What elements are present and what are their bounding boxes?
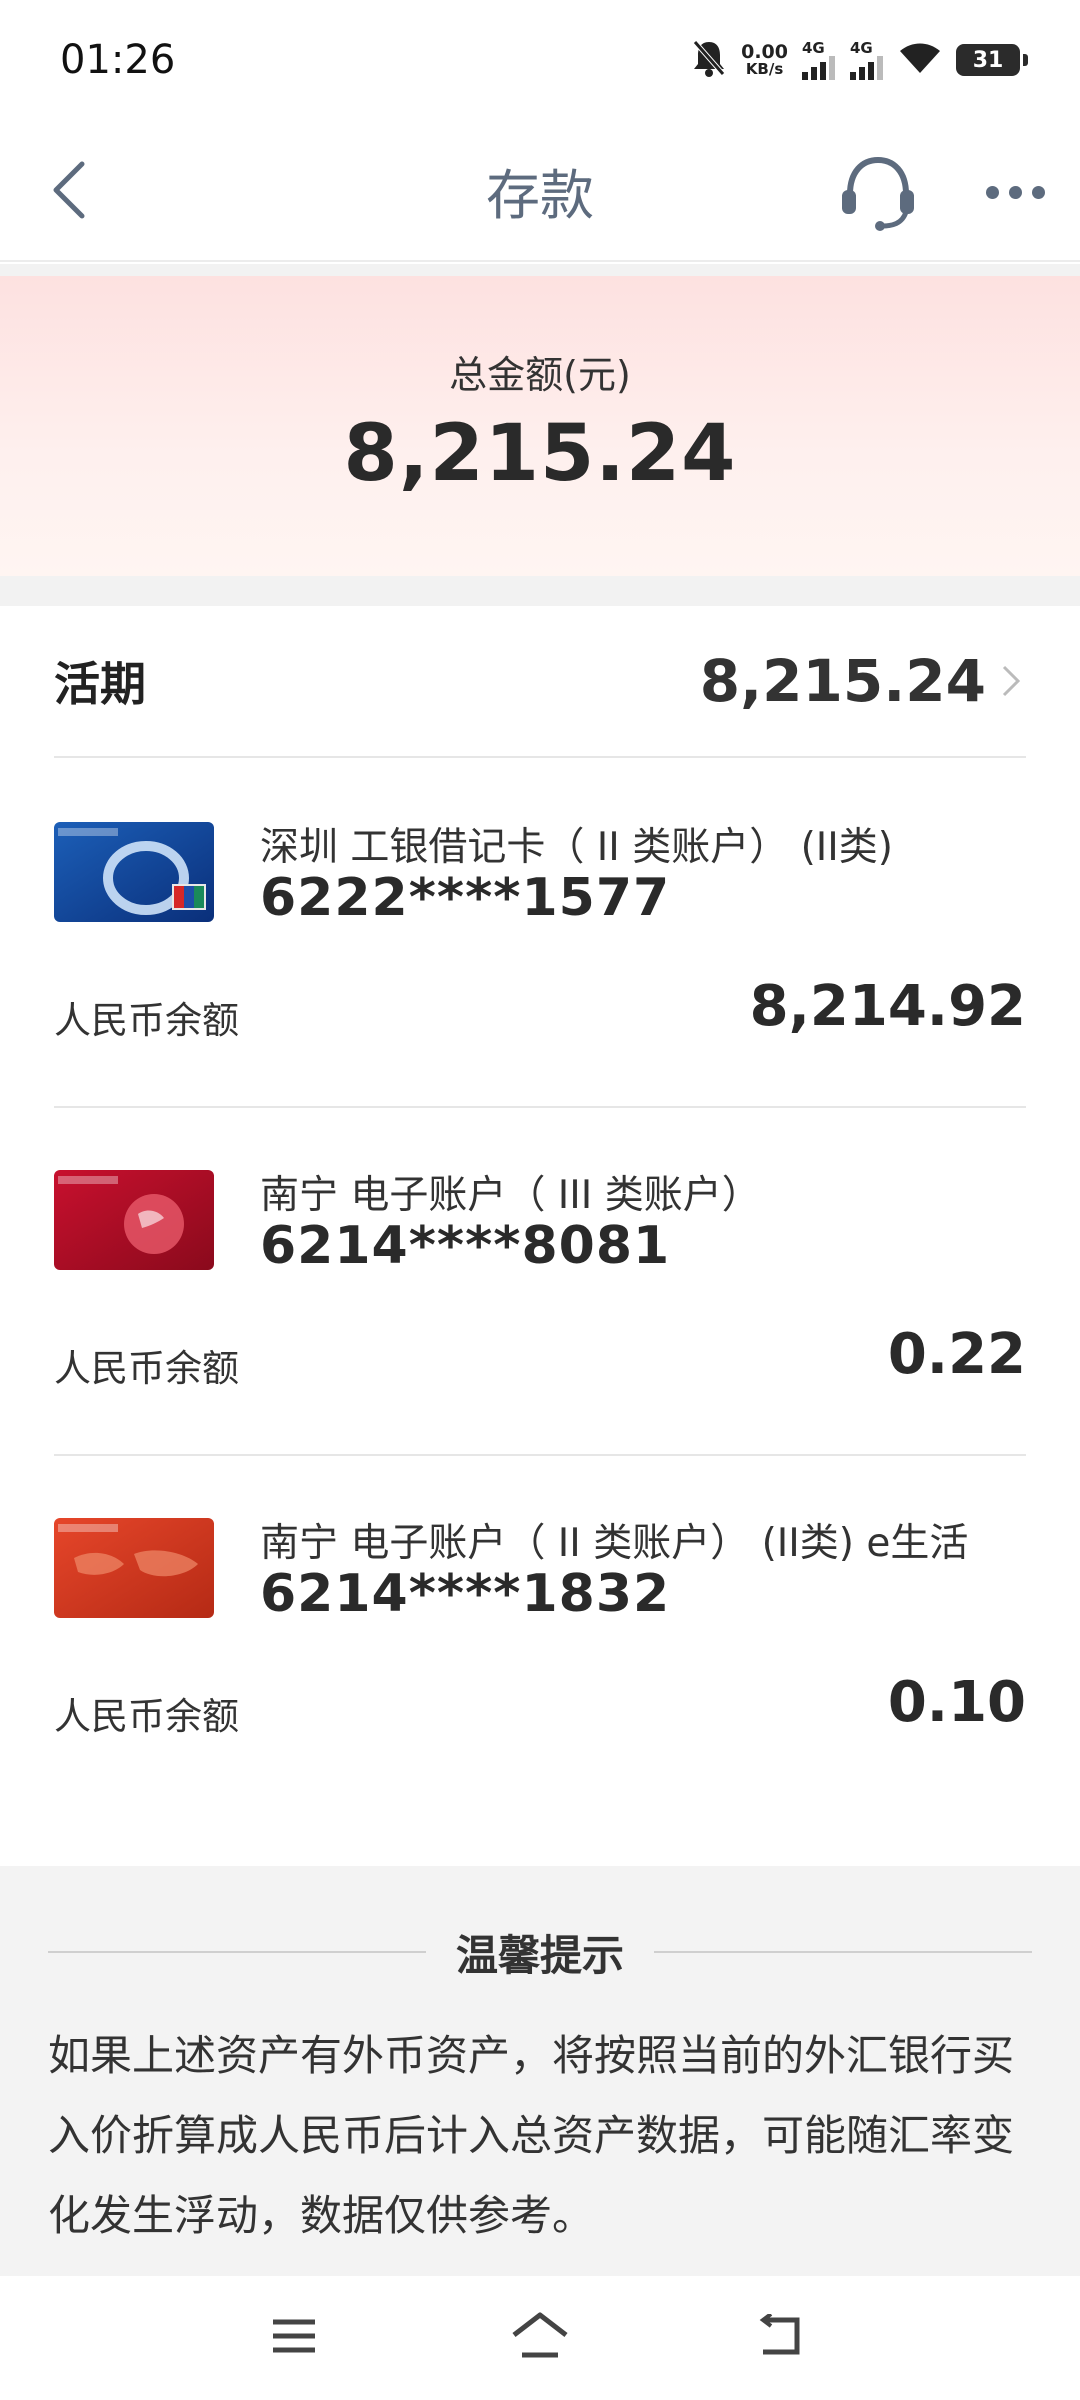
total-label: 总金额(元): [449, 353, 631, 397]
back-arrow-icon: [53, 161, 85, 219]
nav-bar: 存款: [0, 120, 1080, 262]
mute-bell-icon: [691, 38, 727, 82]
battery-icon: 31: [956, 44, 1028, 76]
menu-icon: [273, 2319, 315, 2353]
divider: [48, 1951, 426, 1953]
tips-title-row: 温馨提示: [48, 1922, 1033, 1982]
account-number: 6222****1577: [260, 868, 671, 928]
system-nav-bar: [0, 2276, 1080, 2400]
icbc-orange-card-icon: [54, 1518, 214, 1618]
back-button[interactable]: [40, 150, 100, 230]
net-speed-unit: KB/s: [745, 60, 784, 78]
balance-amount: 0.22: [887, 1322, 1026, 1387]
current-deposit-label: 活期: [54, 657, 146, 711]
account-item[interactable]: 深圳 工银借记卡（ II 类账户） (II类) 6222****1577 人民币…: [54, 760, 1026, 1108]
icbc-red-card-icon: [54, 1170, 214, 1270]
account-name: 南宁 电子账户（ III 类账户）: [260, 1173, 761, 1218]
signal-icon: [802, 55, 835, 80]
balance-label: 人民币余额: [54, 1347, 239, 1390]
status-bar: 01:26 0.00 KB/s 4G 4G 31: [0, 0, 1080, 120]
signal-2-label: 4G: [850, 38, 873, 57]
system-back-button[interactable]: [742, 2306, 822, 2366]
signal-1-label: 4G: [802, 38, 825, 57]
status-icons: 0.00 KB/s 4G 4G 31: [691, 38, 1028, 82]
account-item[interactable]: 南宁 电子账户（ III 类账户） 6214****8081 人民币余额 0.2…: [54, 1108, 1026, 1456]
more-button[interactable]: [975, 150, 1055, 234]
back-icon: [759, 2314, 800, 2355]
current-deposit-row[interactable]: 活期 8,215.24: [54, 606, 1026, 758]
icbc-e-card-icon: [54, 822, 214, 922]
total-amount: 8,215.24: [343, 409, 737, 499]
current-deposit-amount: 8,215.24: [699, 647, 986, 715]
wifi-icon: [898, 41, 942, 79]
customer-service-button[interactable]: [836, 150, 920, 234]
account-name: 南宁 电子账户（ II 类账户） (II类) e生活: [260, 1521, 969, 1566]
home-button[interactable]: [500, 2306, 580, 2366]
signal-icon: [850, 55, 883, 80]
account-item[interactable]: 南宁 电子账户（ II 类账户） (II类) e生活 6214****1832 …: [54, 1456, 1026, 1804]
signal-2: 4G: [850, 38, 884, 80]
account-name: 深圳 工银借记卡（ II 类账户） (II类): [260, 825, 894, 870]
balance-label: 人民币余额: [54, 999, 239, 1042]
home-icon: [512, 2312, 568, 2358]
divider: [654, 1951, 1033, 1953]
signal-1: 4G: [802, 38, 836, 80]
account-number: 6214****8081: [260, 1216, 671, 1276]
headset-icon: [842, 156, 914, 231]
more-icon: [985, 185, 999, 199]
tips-title: 温馨提示: [456, 1930, 625, 1980]
balance-amount: 8,214.92: [749, 974, 1026, 1039]
deposit-card: 活期 8,215.24 深圳 工银借记卡（ II 类账户） (II类) 6222…: [0, 606, 1080, 1866]
account-number: 6214****1832: [260, 1564, 671, 1624]
balance-amount: 0.10: [887, 1670, 1026, 1735]
net-speed: 0.00 KB/s: [741, 43, 788, 77]
tips-section: 温馨提示 如果上述资产有外币资产，将按照当前的外汇银行买入价折算成人民币后计入总…: [0, 1866, 1080, 2276]
status-time: 01:26: [60, 37, 176, 83]
chevron-right-icon: [1002, 665, 1021, 697]
total-summary-banner: 总金额(元) 8,215.24: [0, 276, 1080, 576]
menu-button[interactable]: [254, 2306, 334, 2366]
balance-label: 人民币余额: [54, 1695, 239, 1738]
tips-text: 如果上述资产有外币资产，将按照当前的外汇银行买入价折算成人民币后计入总资产数据，…: [48, 2031, 1015, 2240]
